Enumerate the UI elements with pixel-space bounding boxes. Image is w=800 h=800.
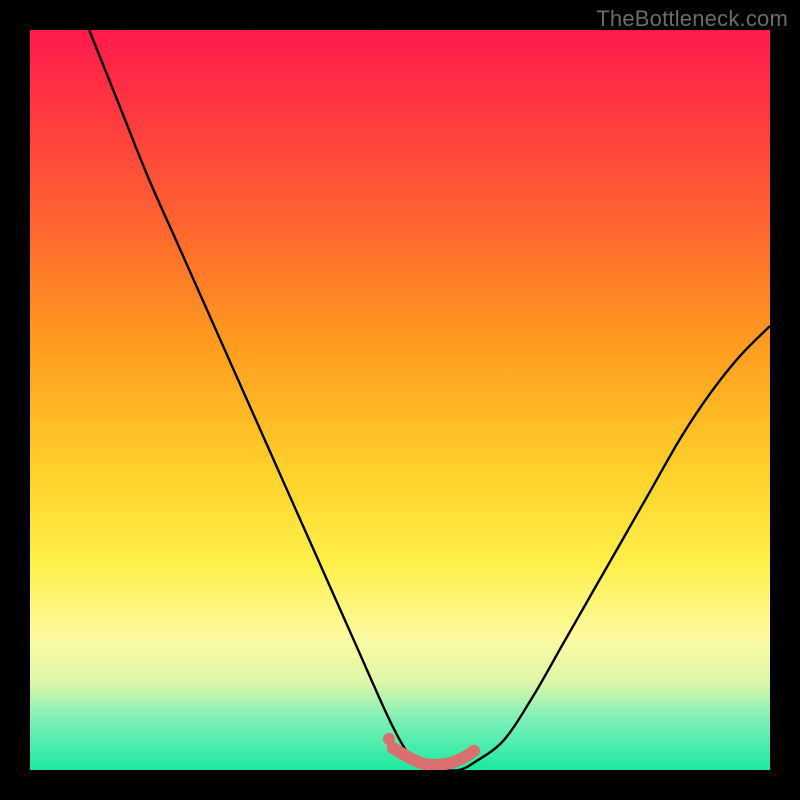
- curve-layer: [30, 30, 770, 770]
- plot-area: [30, 30, 770, 770]
- watermark-text: TheBottleneck.com: [596, 6, 788, 32]
- bottleneck-curve: [89, 30, 770, 770]
- chart-frame: TheBottleneck.com: [0, 0, 800, 800]
- sweet-spot-marker: [393, 748, 474, 765]
- sweet-spot-dot: [383, 733, 395, 745]
